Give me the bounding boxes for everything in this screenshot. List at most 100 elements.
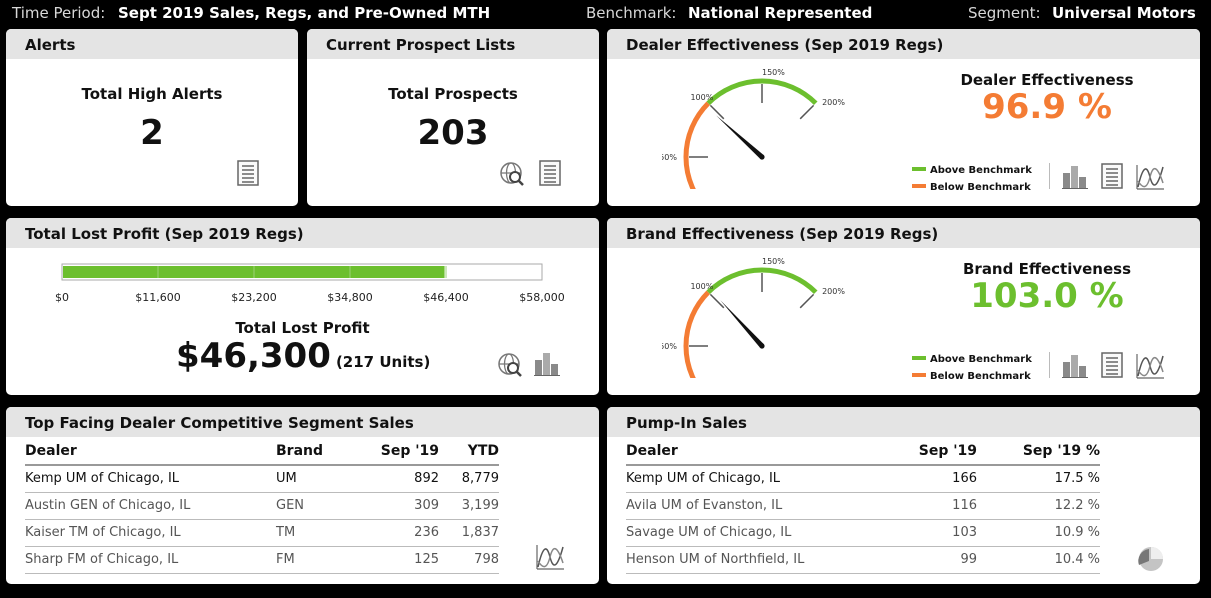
total-lost-profit-value[interactable]: $46,300	[176, 336, 331, 376]
trend-chart-icon[interactable]	[1135, 352, 1165, 380]
pump-in-sales-panel-title: Pump-In Sales	[607, 407, 1200, 437]
table-row[interactable]: Sharp FM of Chicago, IL FM 125 798	[25, 546, 499, 574]
globe-search-icon[interactable]	[497, 352, 523, 378]
trend-chart-icon[interactable]	[1135, 163, 1165, 191]
sep-cell: 125	[346, 546, 439, 574]
report-icon[interactable]	[236, 160, 260, 186]
sep-cell: 99	[902, 546, 977, 574]
trend-chart-icon[interactable]	[535, 543, 565, 571]
legend-above-benchmark: Above Benchmark	[912, 165, 1032, 176]
table-row[interactable]: Austin GEN of Chicago, IL GEN 309 3,199	[25, 492, 499, 520]
dealer-effectiveness-panel: Dealer Effectiveness (Sep 2019 Regs) 0%5…	[607, 29, 1200, 206]
table-row[interactable]: Savage UM of Chicago, IL 103 10.9 %	[626, 519, 1100, 547]
bar-chart-icon[interactable]	[533, 349, 561, 377]
segment-sales-panel-title: Top Facing Dealer Competitive Segment Sa…	[6, 407, 599, 437]
dealer-cell: Avila UM of Evanston, IL	[626, 492, 902, 520]
alerts-panel-title: Alerts	[6, 29, 298, 59]
table-row[interactable]: Henson UM of Northfield, IL 99 10.4 %	[626, 546, 1100, 574]
dealer-effectiveness-gauge[interactable]: 0%50%100%150%200%	[662, 69, 862, 189]
brand-effectiveness-value: 103.0 %	[970, 276, 1124, 316]
gauge-tick-label: 100%	[690, 282, 713, 291]
globe-search-icon[interactable]	[499, 161, 525, 187]
filter-bar: Time Period: Sept 2019 Sales, Regs, and …	[0, 0, 1211, 28]
benchmark-value[interactable]: National Represented	[688, 4, 872, 22]
sep-cell: 892	[346, 465, 439, 493]
axis-tick-label: $11,600	[135, 291, 181, 304]
gauge-tick-label: 150%	[762, 69, 785, 77]
dealer-cell: Kaiser TM of Chicago, IL	[25, 519, 276, 547]
ytd-cell: 1,837	[439, 519, 499, 547]
axis-tick-label: $23,200	[231, 291, 277, 304]
report-icon[interactable]	[1100, 163, 1124, 189]
lost-profit-panel-title: Total Lost Profit (Sep 2019 Regs)	[6, 218, 599, 248]
brand-effectiveness-gauge[interactable]: 0%50%100%150%200%	[662, 258, 862, 378]
gauge-tick	[799, 293, 815, 309]
lost-profit-bar[interactable]: $0 $11,600 $23,200 $34,800 $46,400 $58,000	[46, 260, 571, 310]
gauge-below-benchmark-arc	[683, 290, 711, 378]
segment-value[interactable]: Universal Motors	[1052, 4, 1196, 22]
bar-chart-icon[interactable]	[1061, 162, 1089, 190]
table-row[interactable]: Kemp UM of Chicago, IL 166 17.5 %	[626, 465, 1100, 493]
gauge-tick	[799, 104, 815, 120]
total-high-alerts-label: Total High Alerts	[81, 85, 223, 103]
ytd-cell: 798	[439, 546, 499, 574]
total-high-alerts-value[interactable]: 2	[6, 113, 298, 153]
column-header[interactable]: Sep '19	[346, 438, 439, 466]
segment-sales-table: Dealer Brand Sep '19 YTD Kemp UM of Chic…	[25, 438, 499, 574]
table-header-row: Dealer Sep '19 Sep '19 %	[626, 438, 1100, 466]
brand-effectiveness-panel: Brand Effectiveness (Sep 2019 Regs) 0%50…	[607, 218, 1200, 395]
ytd-cell: 3,199	[439, 492, 499, 520]
report-icon[interactable]	[538, 160, 562, 186]
column-header[interactable]: Sep '19 %	[977, 438, 1100, 466]
total-prospects-value[interactable]: 203	[307, 113, 599, 153]
gauge-tick	[709, 293, 725, 309]
column-header[interactable]: Dealer	[626, 438, 902, 466]
legend-below-benchmark: Below Benchmark	[912, 182, 1031, 193]
segment-sales-panel: Top Facing Dealer Competitive Segment Sa…	[6, 407, 599, 584]
dealer-effectiveness-value: 96.9 %	[982, 87, 1112, 127]
total-lost-profit-label: Total Lost Profit	[235, 319, 370, 337]
dealer-cell: Kemp UM of Chicago, IL	[25, 465, 276, 493]
lost-profit-panel: Total Lost Profit (Sep 2019 Regs) $0 $11,…	[6, 218, 599, 395]
sep-cell: 166	[902, 465, 977, 493]
pct-cell: 10.9 %	[977, 519, 1100, 547]
pie-chart-icon[interactable]	[1137, 545, 1165, 573]
gauge-tick-label: 200%	[822, 98, 845, 107]
column-header[interactable]: Brand	[276, 438, 346, 466]
total-prospects-label: Total Prospects	[388, 85, 518, 103]
table-row[interactable]: Avila UM of Evanston, IL 116 12.2 %	[626, 492, 1100, 520]
table-row[interactable]: Kaiser TM of Chicago, IL TM 236 1,837	[25, 519, 499, 547]
ytd-cell: 8,779	[439, 465, 499, 493]
time-period-value[interactable]: Sept 2019 Sales, Regs, and Pre-Owned MTH	[118, 4, 490, 22]
dealer-cell: Savage UM of Chicago, IL	[626, 519, 902, 547]
sep-cell: 103	[902, 519, 977, 547]
dealer-effectiveness-panel-title: Dealer Effectiveness (Sep 2019 Regs)	[607, 29, 1200, 59]
column-header[interactable]: YTD	[439, 438, 499, 466]
prospects-panel: Current Prospect Lists Total Prospects 2…	[307, 29, 599, 206]
gauge-tick-label: 200%	[822, 287, 845, 296]
dealer-cell: Kemp UM of Chicago, IL	[626, 465, 902, 493]
pct-cell: 12.2 %	[977, 492, 1100, 520]
column-header[interactable]: Sep '19	[902, 438, 977, 466]
prospects-panel-title: Current Prospect Lists	[307, 29, 599, 59]
brand-cell: TM	[276, 519, 346, 547]
gauge-tick-label: 50%	[662, 153, 677, 162]
gauge-hub	[759, 343, 765, 349]
sep-cell: 236	[346, 519, 439, 547]
table-row[interactable]: Kemp UM of Chicago, IL UM 892 8,779	[25, 465, 499, 493]
gauge-hub	[759, 154, 765, 160]
report-icon[interactable]	[1100, 352, 1124, 378]
column-header[interactable]: Dealer	[25, 438, 276, 466]
divider	[1049, 163, 1050, 189]
gauge-needle	[720, 300, 764, 348]
total-lost-profit-value-group: $46,300 (217 Units)	[176, 336, 430, 376]
legend-above-benchmark: Above Benchmark	[912, 354, 1032, 365]
pct-cell: 10.4 %	[977, 546, 1100, 574]
bar-chart-icon[interactable]	[1061, 351, 1089, 379]
axis-tick-label: $58,000	[519, 291, 565, 304]
axis-tick-label: $34,800	[327, 291, 373, 304]
benchmark-label: Benchmark:	[586, 4, 677, 22]
sep-cell: 309	[346, 492, 439, 520]
dealer-cell: Sharp FM of Chicago, IL	[25, 546, 276, 574]
brand-cell: UM	[276, 465, 346, 493]
